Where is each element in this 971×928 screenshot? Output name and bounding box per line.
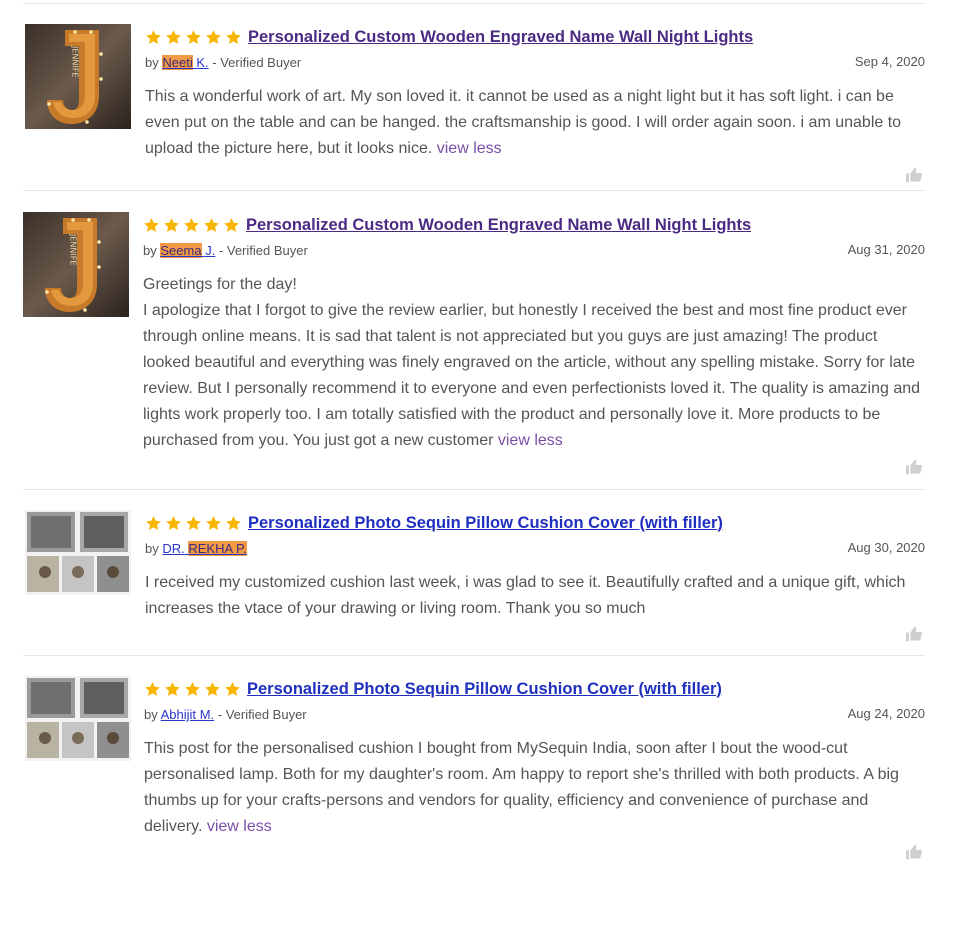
review-text: This post for the personalised cushion I… [144,736,925,840]
product-title-link[interactable]: Personalized Custom Wooden Engraved Name… [246,216,751,235]
star-icon [225,515,242,532]
verified-buyer-label: - Verified Buyer [212,55,302,70]
thumbs-up-icon[interactable] [905,459,923,475]
star-icon [205,29,222,46]
star-icon [164,681,181,698]
top-divider [23,3,925,4]
rating-stars [144,681,241,698]
star-icon [145,515,162,532]
author-first-name: DR. [162,541,185,556]
author-last-name: K. [196,55,209,70]
by-label: by [144,707,158,722]
author-link[interactable]: DR. REKHA P. [162,541,247,556]
view-less-link[interactable]: view less [437,140,502,157]
star-icon [225,29,242,46]
product-title-link[interactable]: Personalized Photo Sequin Pillow Cushion… [247,680,722,699]
thumbs-up-icon[interactable] [905,167,923,183]
by-label: by [145,55,159,70]
star-icon [224,681,241,698]
verified-buyer-label: - Verified Buyer [217,707,307,722]
author-link[interactable]: Abhijit M. [161,707,215,722]
author-first-name: Abhijit [160,707,197,722]
review-text: I received my customized cushion last we… [145,570,925,622]
star-icon [144,681,161,698]
author-link[interactable]: Neeti K. [162,55,209,70]
thumbs-up-icon[interactable] [905,844,923,860]
review-date: Aug 31, 2020 [847,242,925,257]
by-label: by [143,243,157,258]
star-icon [165,515,182,532]
star-icon [203,217,220,234]
star-icon [185,515,202,532]
author-link[interactable]: Seema J. [160,243,215,258]
review-body: I received my customized cushion last we… [145,574,906,617]
review-text: Greetings for the day! I apologize that I… [143,272,925,454]
review-date: Aug 30, 2020 [847,540,925,555]
product-thumbnail-night-light[interactable]: JENNIFE [25,24,131,129]
thumb-letters: JENNIFE [71,45,80,77]
product-thumbnail-cushion[interactable] [25,676,131,761]
product-title-link[interactable]: Personalized Photo Sequin Pillow Cushion… [248,514,723,533]
author-last-name: M. [199,707,215,722]
star-icon [223,217,240,234]
rating-stars [143,217,240,234]
star-icon [184,681,201,698]
review-byline: by Seema J. - Verified Buyer [143,243,308,258]
review-byline: by Abhijit M. - Verified Buyer [144,707,307,722]
rating-stars [145,29,242,46]
review-date: Aug 24, 2020 [847,706,925,721]
review-text: This a wonderful work of art. My son lov… [145,84,925,162]
review-item: Personalized Photo Sequin Pillow Cushion… [23,676,925,866]
review-greeting: Greetings for the day! [143,276,297,293]
review-byline: by DR. REKHA P. [145,541,247,556]
review-body: This a wonderful work of art. My son lov… [145,88,902,157]
product-thumbnail-night-light[interactable]: JENNIFE [23,212,129,317]
author-last-name: REKHA P. [188,541,247,556]
verified-buyer-label: - Verified Buyer [218,243,308,258]
review-date: Sep 4, 2020 [854,54,925,69]
review-item: JENNIFE Personalized Custom Wooden Engra… [23,212,925,490]
author-first-name: Seema [160,243,202,258]
star-icon [183,217,200,234]
review-item: Personalized Photo Sequin Pillow Cushion… [23,510,925,656]
thumbs-up-icon[interactable] [905,626,923,642]
author-last-name: J. [205,243,216,258]
view-less-link[interactable]: view less [498,432,563,449]
star-icon [143,217,160,234]
review-item: JENNIFE Personalized Custom Wooden Engra… [23,24,925,191]
product-title-link[interactable]: Personalized Custom Wooden Engraved Name… [248,28,753,47]
view-less-link[interactable]: view less [207,818,272,835]
by-label: by [145,541,159,556]
review-byline: by Neeti K. - Verified Buyer [145,55,301,70]
thumb-letters: JENNIFE [69,233,78,265]
star-icon [165,29,182,46]
star-icon [185,29,202,46]
review-body: I apologize that I forgot to give the re… [143,302,921,449]
author-first-name: Neeti [162,55,193,70]
star-icon [145,29,162,46]
rating-stars [145,515,242,532]
star-icon [204,681,221,698]
star-icon [205,515,222,532]
product-thumbnail-cushion[interactable] [25,510,131,595]
star-icon [163,217,180,234]
